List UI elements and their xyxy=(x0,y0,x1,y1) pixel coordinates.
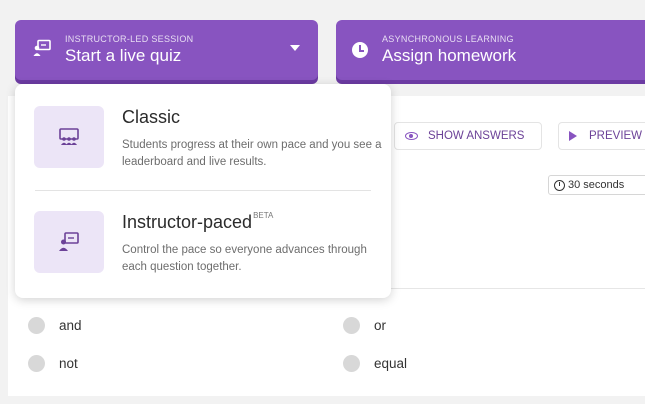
live-quiz-kicker: INSTRUCTOR-LED SESSION xyxy=(65,34,194,44)
answer-option[interactable]: not xyxy=(28,355,78,372)
preview-button[interactable]: PREVIEW xyxy=(558,122,645,150)
beta-badge: BETA xyxy=(253,211,274,220)
answer-option-label: not xyxy=(59,356,78,371)
preview-label: PREVIEW xyxy=(589,130,643,142)
presenter-icon xyxy=(34,211,104,273)
menu-separator xyxy=(35,190,371,191)
presenter-icon xyxy=(33,39,51,62)
menu-item-classic[interactable]: Classic Students progress at their own p… xyxy=(15,92,391,187)
group-icon xyxy=(34,106,104,168)
divider xyxy=(390,288,645,289)
radio-circle xyxy=(343,355,360,372)
clock-icon xyxy=(352,42,368,58)
assign-homework-button[interactable]: ASYNCHRONOUS LEARNING Assign homework xyxy=(336,20,645,80)
menu-item-title-text: Classic xyxy=(122,107,181,127)
menu-item-title: Instructor-pacedBETA xyxy=(122,211,274,233)
menu-item-title: Classic xyxy=(122,107,180,128)
live-quiz-title: Start a live quiz xyxy=(65,46,182,65)
menu-item-title-text: Instructor-paced xyxy=(122,212,253,232)
homework-title: Assign homework xyxy=(382,46,517,65)
answer-option[interactable]: or xyxy=(343,317,386,334)
menu-item-description: Students progress at their own pace and … xyxy=(122,139,382,168)
menu-item-instructor-paced[interactable]: Instructor-pacedBETA Control the pace so… xyxy=(15,197,391,292)
chevron-down-icon xyxy=(290,45,300,51)
menu-item-description: Control the pace so everyone advances th… xyxy=(122,244,367,273)
show-answers-label: SHOW ANSWERS xyxy=(428,130,525,142)
answer-option-label: and xyxy=(59,318,82,333)
time-limit-badge: 30 seconds xyxy=(548,175,645,195)
answer-option[interactable]: equal xyxy=(343,355,407,372)
answer-option-label: or xyxy=(374,318,387,333)
radio-circle xyxy=(28,355,45,372)
clock-icon xyxy=(554,179,565,191)
radio-circle xyxy=(28,317,45,334)
play-icon xyxy=(569,131,577,141)
live-quiz-mode-dropdown: Classic Students progress at their own p… xyxy=(15,84,391,298)
answer-option-label: equal xyxy=(374,356,408,371)
eye-icon xyxy=(405,132,418,140)
radio-circle xyxy=(343,317,360,334)
answer-option[interactable]: and xyxy=(28,317,82,334)
homework-kicker: ASYNCHRONOUS LEARNING xyxy=(382,34,514,44)
time-limit-text: 30 seconds xyxy=(568,179,625,191)
show-answers-button[interactable]: SHOW ANSWERS xyxy=(394,122,542,150)
start-live-quiz-button[interactable]: INSTRUCTOR-LED SESSION Start a live quiz xyxy=(15,20,318,80)
